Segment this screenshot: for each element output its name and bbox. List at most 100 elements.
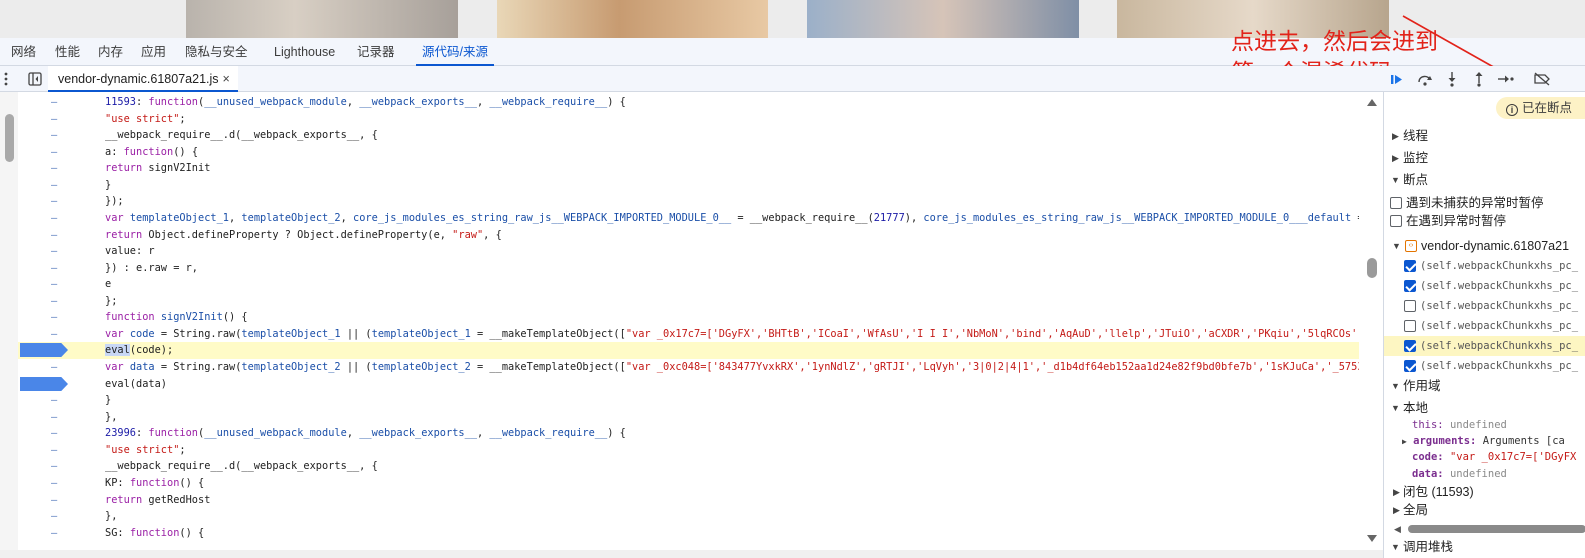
- gutter-marker[interactable]: –: [51, 309, 63, 326]
- step-into-icon[interactable]: [1441, 66, 1463, 92]
- sidebar-scroll-thumb[interactable]: [1408, 525, 1585, 533]
- breakpoint-item-active[interactable]: (self.webpackChunkxhs_pc_: [1384, 336, 1585, 356]
- code-line[interactable]: eval(data): [18, 376, 1359, 393]
- gutter-marker[interactable]: –: [51, 160, 63, 177]
- gutter-marker[interactable]: –: [51, 293, 63, 310]
- scroll-left-icon[interactable]: ◀: [1394, 524, 1401, 535]
- code-line[interactable]: – KP: function() {: [18, 475, 1359, 492]
- gutter-marker[interactable]: –: [51, 177, 63, 194]
- breakpoint-item[interactable]: (self.webpackChunkxhs_pc_: [1384, 356, 1585, 376]
- tab-lighthouse[interactable]: Lighthouse: [274, 38, 335, 66]
- tab-privacy-security[interactable]: 隐私与安全: [185, 38, 248, 66]
- step-icon[interactable]: [1495, 66, 1517, 92]
- code-line[interactable]: – SG: function() {: [18, 525, 1359, 542]
- code-line[interactable]: – value: r: [18, 243, 1359, 260]
- breakpoint-checkbox[interactable]: [1404, 300, 1416, 312]
- breakpoint-checkbox[interactable]: [1404, 360, 1416, 372]
- code-scroll-thumb[interactable]: [1367, 258, 1377, 278]
- gutter-marker[interactable]: –: [51, 359, 63, 376]
- gutter-marker[interactable]: –: [51, 111, 63, 128]
- tab-performance[interactable]: 性能: [55, 38, 80, 66]
- code-line[interactable]: – }) : e.raw = r,: [18, 260, 1359, 277]
- scroll-down-icon[interactable]: [1367, 535, 1377, 543]
- close-icon[interactable]: ×: [223, 72, 230, 86]
- scroll-thumb[interactable]: [5, 114, 14, 162]
- tab-memory[interactable]: 内存: [98, 38, 123, 66]
- deactivate-breakpoints-icon[interactable]: [1531, 66, 1553, 92]
- gutter-marker[interactable]: –: [51, 425, 63, 442]
- breakpoint-checkbox[interactable]: [1404, 280, 1416, 292]
- gutter-marker[interactable]: –: [51, 409, 63, 426]
- gutter-marker[interactable]: –: [51, 144, 63, 161]
- code-line[interactable]: – 11593: function(__unused_webpack_module…: [18, 94, 1359, 111]
- code-line[interactable]: – return getRedHost: [18, 492, 1359, 509]
- gutter-marker[interactable]: –: [51, 525, 63, 542]
- pause-caught-checkbox[interactable]: [1390, 215, 1402, 227]
- code-line[interactable]: – e: [18, 276, 1359, 293]
- code-line[interactable]: – };: [18, 293, 1359, 310]
- gutter-marker[interactable]: –: [51, 227, 63, 244]
- gutter-marker[interactable]: –: [51, 475, 63, 492]
- code-line[interactable]: – "use strict";: [18, 111, 1359, 128]
- code-line[interactable]: – }: [18, 177, 1359, 194]
- gutter-marker[interactable]: –: [51, 260, 63, 277]
- step-over-icon[interactable]: [1414, 66, 1436, 92]
- code-line[interactable]: – var code = String.raw(templateObject_1…: [18, 326, 1359, 343]
- breakpoint-item[interactable]: (self.webpackChunkxhs_pc_: [1384, 256, 1585, 276]
- file-list-scrollbar[interactable]: [0, 92, 18, 550]
- code-line[interactable]: – __webpack_require__.d(__webpack_export…: [18, 127, 1359, 144]
- gutter-marker[interactable]: –: [51, 492, 63, 509]
- scope-var-code[interactable]: code: "var _0x17c7=['DGyFX: [1412, 449, 1576, 466]
- code-horizontal-scrollbar[interactable]: [0, 550, 1383, 558]
- breakpoint-checkbox[interactable]: [1404, 320, 1416, 332]
- gutter-marker[interactable]: –: [51, 94, 63, 111]
- breakpoint-checkbox[interactable]: [1404, 260, 1416, 272]
- gutter-marker[interactable]: –: [51, 508, 63, 525]
- sidebar-horizontal-scrollbar[interactable]: ◀: [1392, 524, 1585, 534]
- gutter-marker[interactable]: –: [51, 392, 63, 409]
- breakpoint-marker[interactable]: [20, 377, 68, 391]
- breakpoint-item[interactable]: (self.webpackChunkxhs_pc_: [1384, 316, 1585, 336]
- code-line[interactable]: – },: [18, 508, 1359, 525]
- code-line[interactable]: – a: function() {: [18, 144, 1359, 161]
- tab-sources[interactable]: 源代码/来源: [416, 38, 494, 66]
- tab-recorder[interactable]: 记录器: [357, 38, 395, 66]
- gutter-marker[interactable]: –: [51, 210, 63, 227]
- open-file-tab[interactable]: vendor-dynamic.61807a21.js ×: [48, 66, 238, 92]
- code-line[interactable]: – 23996: function(__unused_webpack_module…: [18, 425, 1359, 442]
- gutter-marker[interactable]: –: [51, 458, 63, 475]
- code-line[interactable]: – return Object.defineProperty ? Object.…: [18, 227, 1359, 244]
- code-line[interactable]: – }: [18, 392, 1359, 409]
- code-line[interactable]: – var templateObject_1, templateObject_2…: [18, 210, 1359, 227]
- code-line[interactable]: – "use strict";: [18, 442, 1359, 459]
- step-out-icon[interactable]: [1468, 66, 1490, 92]
- tab-network[interactable]: 网络: [11, 38, 36, 66]
- code-editor[interactable]: – 11593: function(__unused_webpack_module…: [0, 92, 1383, 550]
- gutter-marker[interactable]: –: [51, 326, 63, 343]
- more-vert-icon[interactable]: [3, 70, 9, 88]
- gutter-marker[interactable]: –: [51, 127, 63, 144]
- gutter-marker[interactable]: –: [51, 243, 63, 260]
- scroll-up-icon[interactable]: [1367, 98, 1377, 106]
- gutter-marker[interactable]: –: [51, 276, 63, 293]
- code-line[interactable]: – var data = String.raw(templateObject_2…: [18, 359, 1359, 376]
- code-line[interactable]: – __webpack_require__.d(__webpack_export…: [18, 458, 1359, 475]
- code-line[interactable]: – return signV2Init: [18, 160, 1359, 177]
- paused-code-line[interactable]: eval(code);: [18, 342, 1359, 359]
- scope-var-this[interactable]: this: undefined: [1412, 417, 1507, 434]
- gutter-marker[interactable]: –: [51, 442, 63, 459]
- resume-icon[interactable]: [1385, 66, 1407, 92]
- toggle-navigator-icon[interactable]: [28, 72, 42, 86]
- breakpoint-checkbox[interactable]: [1404, 340, 1416, 352]
- code-line[interactable]: – function signV2Init() {: [18, 309, 1359, 326]
- code-line[interactable]: –},: [18, 409, 1359, 426]
- pause-uncaught-checkbox[interactable]: [1390, 197, 1402, 209]
- tab-application[interactable]: 应用: [141, 38, 166, 66]
- gutter-marker[interactable]: –: [51, 193, 63, 210]
- code-line[interactable]: – });: [18, 193, 1359, 210]
- code-scrollbar[interactable]: [1361, 92, 1383, 550]
- scope-var-arguments[interactable]: ▶ arguments: Arguments [ca: [1402, 433, 1565, 450]
- breakpoint-item[interactable]: (self.webpackChunkxhs_pc_: [1384, 276, 1585, 296]
- scope-var-data[interactable]: data: undefined: [1412, 466, 1507, 483]
- breakpoint-item[interactable]: (self.webpackChunkxhs_pc_: [1384, 296, 1585, 316]
